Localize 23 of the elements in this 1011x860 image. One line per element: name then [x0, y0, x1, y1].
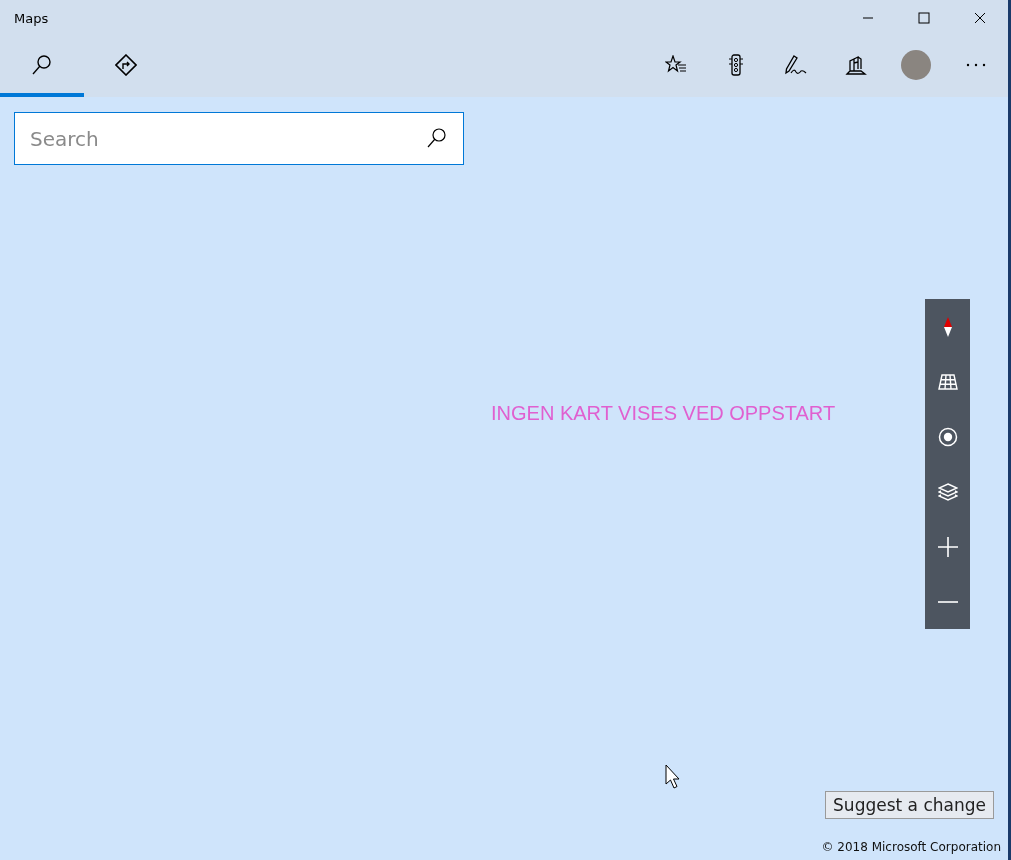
pen-icon [784, 53, 808, 76]
copyright-text: © 2018 Microsoft Corporation [821, 840, 1001, 854]
minus-icon [937, 599, 958, 604]
mouse-pointer-icon [665, 764, 681, 790]
maximize-icon [918, 12, 930, 24]
turn-sign-icon [115, 53, 137, 76]
target-icon [937, 426, 958, 447]
traffic-light-icon [728, 53, 744, 76]
search-field[interactable]: Search [14, 112, 464, 165]
close-icon [974, 12, 986, 24]
star-list-icon [665, 54, 687, 75]
search-icon [31, 53, 53, 76]
buildings-icon [845, 53, 867, 76]
grid-icon [937, 373, 958, 390]
compass-icon [942, 315, 953, 338]
suggest-change-button[interactable]: Suggest a change [825, 791, 994, 819]
plus-icon [937, 536, 958, 557]
window-title: Maps [14, 10, 49, 26]
avatar[interactable] [901, 49, 931, 80]
search-icon[interactable] [426, 127, 448, 149]
map-message: INGEN KART VISES VED OPPSTART [491, 402, 836, 425]
layers-icon [937, 482, 958, 501]
more-icon [966, 62, 986, 67]
